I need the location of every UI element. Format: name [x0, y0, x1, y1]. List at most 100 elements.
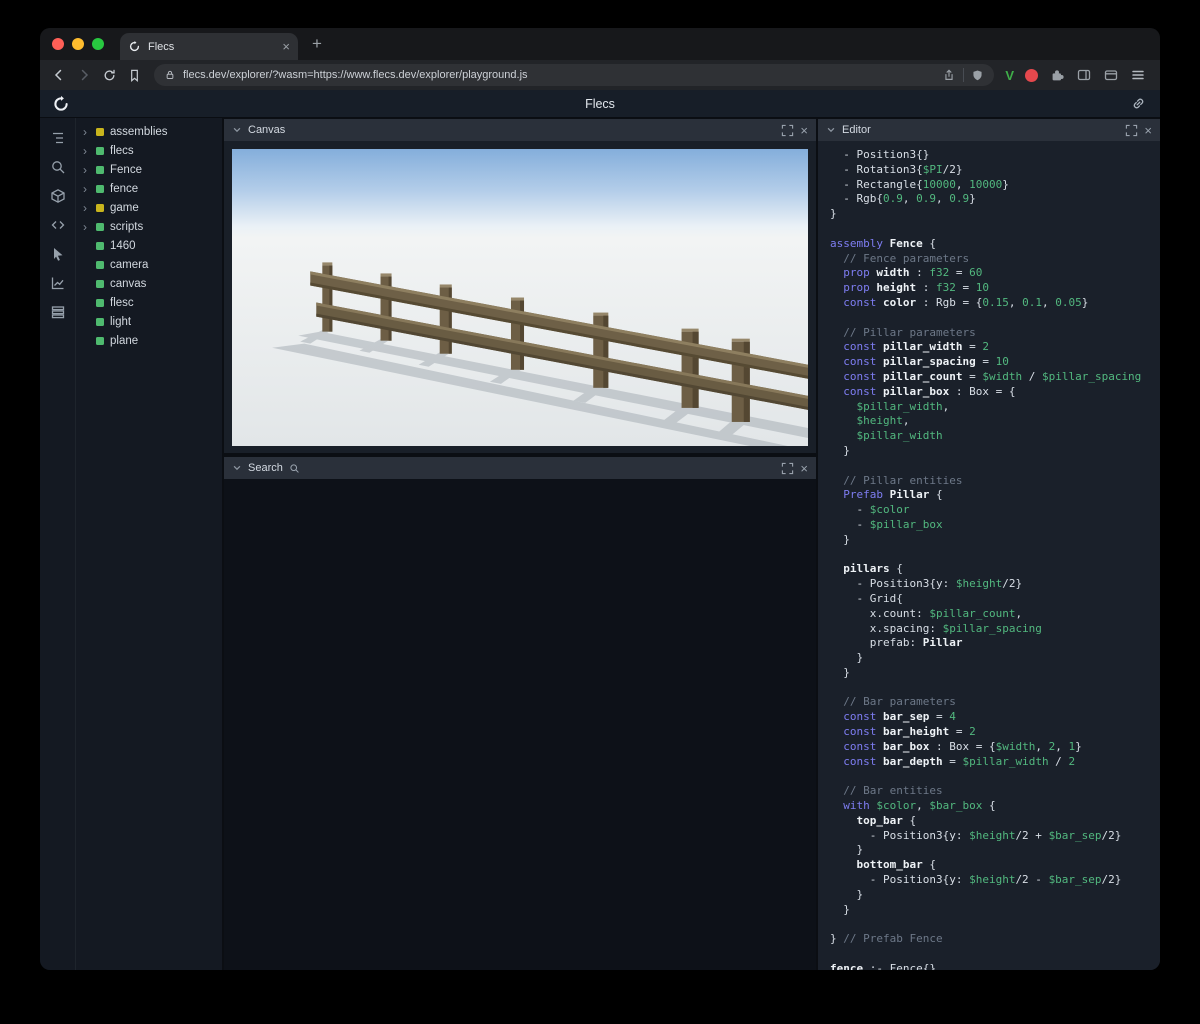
code-line: } — [830, 444, 1160, 459]
tree-item-assemblies[interactable]: ›assemblies — [76, 122, 222, 141]
share-icon[interactable] — [942, 68, 956, 82]
code-line: - Position3{y: $height/2 - $bar_sep/2} — [830, 873, 1160, 888]
window-controls — [52, 38, 104, 50]
page-title: Flecs — [40, 97, 1160, 111]
panel-title: Search — [248, 462, 283, 474]
close-icon[interactable]: × — [1144, 124, 1152, 137]
red-extension-icon[interactable] — [1025, 69, 1038, 82]
entity-color-dot — [96, 280, 104, 288]
code-line: bottom_bar { — [830, 858, 1160, 873]
expand-arrow-icon[interactable]: › — [83, 221, 94, 233]
code-line: } // Prefab Fence — [830, 932, 1160, 947]
tree-item-light[interactable]: light — [76, 312, 222, 331]
expand-arrow-icon[interactable]: › — [83, 164, 94, 176]
share-link-icon[interactable] — [1131, 96, 1146, 111]
canvas-panel: Canvas × — [224, 119, 816, 453]
search-results-area[interactable] — [224, 479, 816, 970]
code-line: - Position3{y: $height/2 + $bar_sep/2} — [830, 829, 1160, 844]
bookmark-icon[interactable] — [123, 64, 145, 86]
code-line: prop height : f32 = 10 — [830, 281, 1160, 296]
collapse-chevron-icon[interactable] — [826, 125, 836, 135]
canvas-3d-render[interactable] — [232, 149, 808, 446]
forward-button[interactable] — [73, 64, 95, 86]
code-line: prefab: Pillar — [830, 636, 1160, 651]
inspect-icon[interactable] — [50, 246, 66, 262]
expand-arrow-icon[interactable]: › — [83, 126, 94, 138]
code-line: const pillar_box : Box = { — [830, 385, 1160, 400]
code-line: $pillar_width — [830, 429, 1160, 444]
code-line: $height, — [830, 414, 1160, 429]
tool-sidebar — [40, 118, 76, 970]
tree-item-flecs[interactable]: ›flecs — [76, 141, 222, 160]
code-icon[interactable] — [50, 217, 66, 233]
code-line: } — [830, 888, 1160, 903]
code-line: top_bar { — [830, 814, 1160, 829]
code-line: // Pillar entities — [830, 474, 1160, 489]
code-line — [830, 459, 1160, 474]
entity-tree-icon[interactable] — [50, 130, 66, 146]
entity-color-dot — [96, 242, 104, 250]
search-icon[interactable] — [50, 159, 66, 175]
code-line: } — [830, 843, 1160, 858]
code-line — [830, 222, 1160, 237]
code-line: - Position3{} — [830, 148, 1160, 163]
code-line: pillars { — [830, 562, 1160, 577]
close-icon[interactable]: × — [800, 462, 808, 475]
extensions-area: V — [1005, 67, 1146, 83]
address-bar[interactable]: flecs.dev/explorer/?wasm=https://www.fle… — [154, 64, 994, 86]
code-line: } — [830, 207, 1160, 222]
expand-arrow-icon[interactable]: › — [83, 145, 94, 157]
maximize-icon[interactable] — [1125, 124, 1138, 137]
entity-color-dot — [96, 204, 104, 212]
tree-item-label: 1460 — [110, 240, 136, 252]
entity-color-dot — [96, 128, 104, 136]
collapse-chevron-icon[interactable] — [232, 463, 242, 473]
new-tab-button[interactable]: + — [304, 31, 330, 57]
menu-icon[interactable] — [1130, 67, 1146, 83]
stats-icon[interactable] — [50, 275, 66, 291]
flecs-logo-icon[interactable] — [52, 95, 70, 113]
code-line — [830, 917, 1160, 932]
tree-item-scripts[interactable]: ›scripts — [76, 217, 222, 236]
tree-item-Fence[interactable]: ›Fence — [76, 160, 222, 179]
wallet-icon[interactable] — [1103, 67, 1119, 83]
tree-item-game[interactable]: ›game — [76, 198, 222, 217]
zoom-window-button[interactable] — [92, 38, 104, 50]
cube-icon[interactable] — [50, 188, 66, 204]
code-line: x.spacing: $pillar_spacing — [830, 622, 1160, 637]
puzzle-extensions-icon[interactable] — [1049, 67, 1065, 83]
rows-icon[interactable] — [50, 304, 66, 320]
lock-icon — [164, 69, 176, 81]
code-line: const pillar_width = 2 — [830, 340, 1160, 355]
shield-icon[interactable] — [971, 69, 984, 82]
reload-button[interactable] — [98, 64, 120, 86]
entity-tree: ›assemblies›flecs›Fence›fence›game›scrip… — [76, 118, 222, 970]
sidebar-toggle-icon[interactable] — [1076, 67, 1092, 83]
maximize-icon[interactable] — [781, 124, 794, 137]
tree-item-fence[interactable]: ›fence — [76, 179, 222, 198]
tree-item-plane[interactable]: plane — [76, 331, 222, 350]
tree-item-canvas[interactable]: canvas — [76, 274, 222, 293]
entity-color-dot — [96, 185, 104, 193]
editor-code[interactable]: - Position3{} - Rotation3{$PI/2} - Recta… — [818, 141, 1160, 970]
expand-arrow-icon[interactable]: › — [83, 202, 94, 214]
tab-strip: Flecs × + — [40, 28, 1160, 60]
code-line: // Pillar parameters — [830, 326, 1160, 341]
browser-tab[interactable]: Flecs × — [120, 33, 298, 60]
tree-item-flesc[interactable]: flesc — [76, 293, 222, 312]
code-line: assembly Fence { — [830, 237, 1160, 252]
browser-window: Flecs × + flecs.dev/explorer/?wasm=https… — [40, 28, 1160, 970]
close-tab-icon[interactable]: × — [282, 40, 290, 53]
expand-arrow-icon[interactable]: › — [83, 183, 94, 195]
close-window-button[interactable] — [52, 38, 64, 50]
close-icon[interactable]: × — [800, 124, 808, 137]
back-button[interactable] — [48, 64, 70, 86]
browser-toolbar: flecs.dev/explorer/?wasm=https://www.fle… — [40, 60, 1160, 90]
maximize-icon[interactable] — [781, 462, 794, 475]
vimium-extension-icon[interactable]: V — [1005, 68, 1014, 83]
collapse-chevron-icon[interactable] — [232, 125, 242, 135]
minimize-window-button[interactable] — [72, 38, 84, 50]
tree-item-camera[interactable]: camera — [76, 255, 222, 274]
code-line: $pillar_width, — [830, 400, 1160, 415]
tree-item-1460[interactable]: 1460 — [76, 236, 222, 255]
